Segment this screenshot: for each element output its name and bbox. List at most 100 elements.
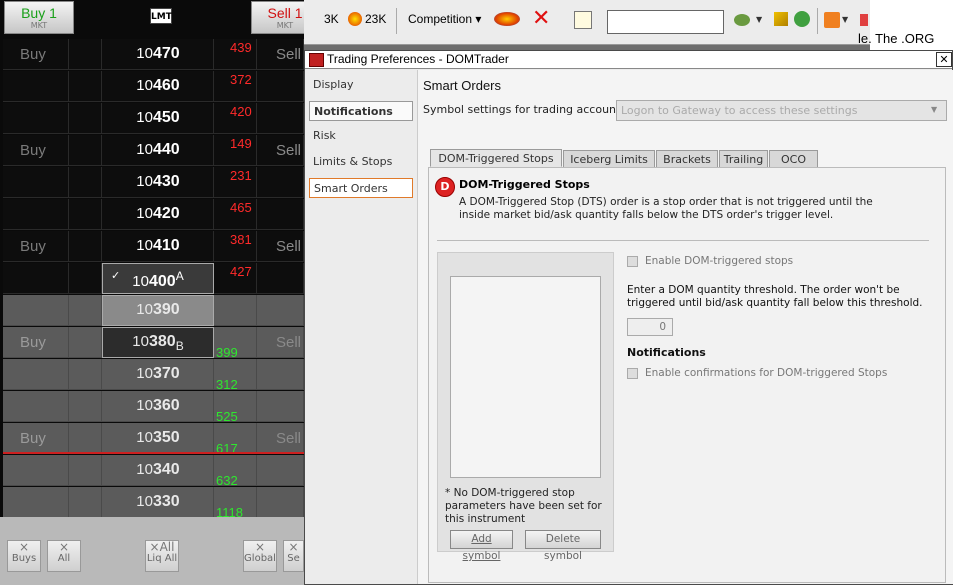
sell-label[interactable]: Sell — [276, 430, 301, 447]
tab-iceberg-limits[interactable]: Iceberg Limits — [563, 150, 655, 168]
buy-cell[interactable] — [3, 391, 69, 422]
qty-cell[interactable] — [214, 295, 257, 326]
nav-item-risk[interactable]: Risk — [309, 126, 413, 146]
close-x-icon[interactable]: ✕ — [532, 8, 550, 30]
buy-label[interactable]: Buy — [20, 430, 46, 447]
account-select[interactable]: Logon to Gateway to access these setting… — [616, 100, 947, 121]
ladder-row[interactable]: ✓ 10400A 427 — [0, 263, 304, 295]
sell-cell[interactable] — [257, 487, 304, 518]
buy-qty-cell[interactable] — [69, 455, 102, 486]
edit-note-icon[interactable] — [574, 11, 592, 29]
buy-qty-cell[interactable] — [69, 103, 102, 134]
buy-qty-cell[interactable] — [69, 167, 102, 198]
buy-cell[interactable] — [3, 295, 69, 326]
buy-qty-cell[interactable] — [69, 263, 102, 294]
sell-label[interactable]: Sell — [276, 238, 301, 255]
delete-symbol-button[interactable]: Delete symbol — [525, 530, 601, 562]
sell-cell[interactable] — [257, 263, 304, 294]
buy-label[interactable]: Buy — [20, 238, 46, 255]
ladder-row[interactable]: 10390 — [0, 295, 304, 327]
tab-brackets[interactable]: Brackets — [656, 150, 718, 168]
enable-dts-checkbox[interactable] — [627, 256, 638, 267]
rss-chevron-down-icon[interactable]: ▼ — [842, 15, 848, 24]
buy-cell[interactable] — [3, 103, 69, 134]
ladder-row[interactable]: 10430 231 — [0, 167, 304, 199]
liquidate-all-button[interactable]: ×All Liq All — [145, 540, 179, 572]
ladder-row[interactable]: Buy Sell 10380B 399 — [0, 327, 304, 360]
rss-icon[interactable] — [824, 12, 840, 28]
buy-cell[interactable] — [3, 199, 69, 230]
buy-qty-cell[interactable] — [69, 295, 102, 326]
nav-item-smart-orders[interactable]: Smart Orders — [309, 178, 413, 198]
nav-item-notifications[interactable]: Notifications — [309, 101, 413, 121]
sun-icon[interactable] — [348, 12, 362, 26]
nav-item-display[interactable]: Display — [309, 75, 413, 95]
sell-cell[interactable] — [257, 359, 304, 390]
ladder-row[interactable]: 10360 525 — [0, 391, 304, 424]
symbol-list[interactable] — [450, 276, 601, 478]
buy-qty-cell[interactable] — [69, 39, 102, 70]
buy-qty-cell[interactable] — [69, 135, 102, 166]
buy-cell[interactable] — [3, 487, 69, 518]
threshold-input[interactable]: 0 — [627, 318, 673, 336]
tab-trailing[interactable]: Trailing — [719, 150, 768, 168]
add-symbol-button[interactable]: Add symbol — [450, 530, 513, 562]
ladder-row[interactable]: 10420 465 — [0, 199, 304, 231]
buy-qty-cell[interactable] — [69, 231, 102, 262]
search-input[interactable] — [607, 10, 724, 34]
buy-cell[interactable] — [3, 455, 69, 486]
buy-qty-cell[interactable] — [69, 327, 102, 358]
ladder-row[interactable]: Buy Sell 10350 617 — [0, 423, 304, 456]
refresh-icon[interactable] — [794, 11, 810, 27]
ladder-row[interactable]: 10340 632 — [0, 455, 304, 488]
ladder-row[interactable]: 10460 372 — [0, 71, 304, 103]
buy-qty-cell[interactable] — [69, 199, 102, 230]
close-icon[interactable]: ✕ — [936, 52, 952, 67]
buy-label[interactable]: Buy — [20, 142, 46, 159]
enable-confirmations-checkbox[interactable] — [627, 368, 638, 379]
buy-label[interactable]: Buy — [20, 334, 46, 351]
sell-cell[interactable] — [257, 455, 304, 486]
buy-cell[interactable] — [3, 71, 69, 102]
buy-qty-cell[interactable] — [69, 391, 102, 422]
competition-dropdown[interactable]: Competition ▾ — [408, 12, 481, 26]
sell-cell[interactable] — [257, 391, 304, 422]
order-type-badge[interactable]: LMT — [150, 8, 172, 24]
ladder-row[interactable]: 10370 312 — [0, 359, 304, 392]
buy-cell[interactable] — [3, 167, 69, 198]
cancel-global-button[interactable]: × Global — [243, 540, 277, 572]
buy-cell[interactable] — [3, 359, 69, 390]
cancel-sells-button[interactable]: × Se — [283, 540, 304, 572]
sell-label[interactable]: Sell — [276, 334, 301, 351]
buy-market-button[interactable]: Buy 1 MKT — [4, 1, 74, 34]
sell-cell[interactable] — [257, 167, 304, 198]
buy-qty-cell[interactable] — [69, 359, 102, 390]
tab-dom-triggered-stops[interactable]: DOM-Triggered Stops — [430, 149, 562, 167]
ladder-row[interactable]: Buy Sell 10440 149 — [0, 135, 304, 167]
sell-label[interactable]: Sell — [276, 142, 301, 159]
eye-icon[interactable] — [734, 14, 750, 26]
sell-cell[interactable] — [257, 71, 304, 102]
cancel-buys-button[interactable]: × Buys — [7, 540, 41, 572]
sell-cell[interactable] — [257, 103, 304, 134]
buy-cell[interactable] — [3, 263, 69, 294]
sell-label[interactable]: Sell — [276, 46, 301, 63]
dialog-titlebar[interactable]: Trading Preferences - DOMTrader ✕ — [305, 51, 952, 69]
cancel-all-button[interactable]: × All — [47, 540, 81, 572]
nav-item-limits-stops[interactable]: Limits & Stops — [309, 152, 413, 172]
tab-oco[interactable]: OCO — [769, 150, 818, 168]
buy-qty-cell[interactable] — [69, 423, 102, 454]
toolbar-overflow-icon[interactable] — [860, 14, 868, 26]
buy-label[interactable]: Buy — [20, 46, 46, 63]
buy-qty-cell[interactable] — [69, 71, 102, 102]
globe-icon[interactable] — [494, 12, 520, 26]
highlighter-icon[interactable] — [774, 12, 788, 26]
eye-chevron-down-icon[interactable]: ▼ — [756, 15, 762, 24]
ladder-row[interactable]: 10330 1118 — [0, 487, 304, 520]
ladder-row[interactable]: Buy Sell 10470 439 — [0, 39, 304, 71]
buy-qty-cell[interactable] — [69, 487, 102, 518]
ladder-row[interactable]: Buy Sell 10410 381 — [0, 231, 304, 263]
sell-cell[interactable] — [257, 295, 304, 326]
ladder-row[interactable]: 10450 420 — [0, 103, 304, 135]
sell-cell[interactable] — [257, 199, 304, 230]
